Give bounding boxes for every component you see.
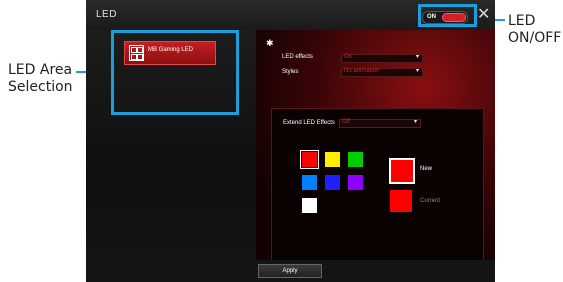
chevron-down-icon: ▾ (413, 119, 417, 125)
led-effects-select[interactable]: On ▾ (341, 54, 423, 63)
callout-led-area-line1: LED Area (8, 62, 73, 78)
callout-led-onoff: LED ON/OFF (508, 13, 561, 47)
footer-bar: Apply (86, 260, 495, 282)
led-effects-label: LED effects (282, 54, 313, 60)
gear-icon[interactable]: ✱ (266, 38, 274, 49)
led-onoff-highlight (418, 4, 477, 27)
callout-led-onoff-line1: LED (508, 13, 536, 29)
extend-led-effects-box: Extend LED Effects Off ▾ New Current (271, 108, 484, 272)
chevron-down-icon: ▾ (415, 68, 419, 74)
current-color-preview (390, 190, 412, 212)
current-color-label: Current (420, 198, 441, 204)
callout-led-onoff-line2: ON/OFF (508, 30, 562, 46)
led-area-highlight (111, 30, 239, 115)
chevron-down-icon: ▾ (415, 54, 419, 60)
extend-led-effects-value: Off (342, 119, 350, 125)
extend-led-effects-select[interactable]: Off ▾ (339, 119, 421, 128)
styles-value: No animation (344, 68, 380, 74)
styles-label: Styles (282, 69, 299, 75)
extend-led-effects-label: Extend LED Effects (283, 120, 335, 126)
color-swatch-white[interactable] (302, 198, 317, 213)
callout-led-area: LED Area Selection (8, 62, 73, 96)
close-icon[interactable]: ✕ (477, 7, 490, 23)
color-swatch-light-blue[interactable] (302, 175, 317, 190)
color-swatch-blue[interactable] (325, 175, 340, 190)
callout-led-area-line2: Selection (8, 79, 73, 95)
led-effects-value: On (344, 54, 353, 60)
styles-select[interactable]: No animation ▾ (341, 68, 423, 77)
color-swatch-yellow[interactable] (325, 152, 340, 167)
led-settings-panel: ✱ LED effects On ▾ Styles No animation ▾… (256, 30, 495, 272)
color-swatch-red[interactable] (300, 150, 319, 169)
window-title: LED (96, 9, 117, 20)
color-swatch-green[interactable] (348, 152, 363, 167)
new-color-label: New (420, 166, 433, 172)
new-color-preview (389, 158, 415, 184)
color-swatch-purple[interactable] (348, 175, 363, 190)
apply-button[interactable]: Apply (258, 264, 322, 278)
